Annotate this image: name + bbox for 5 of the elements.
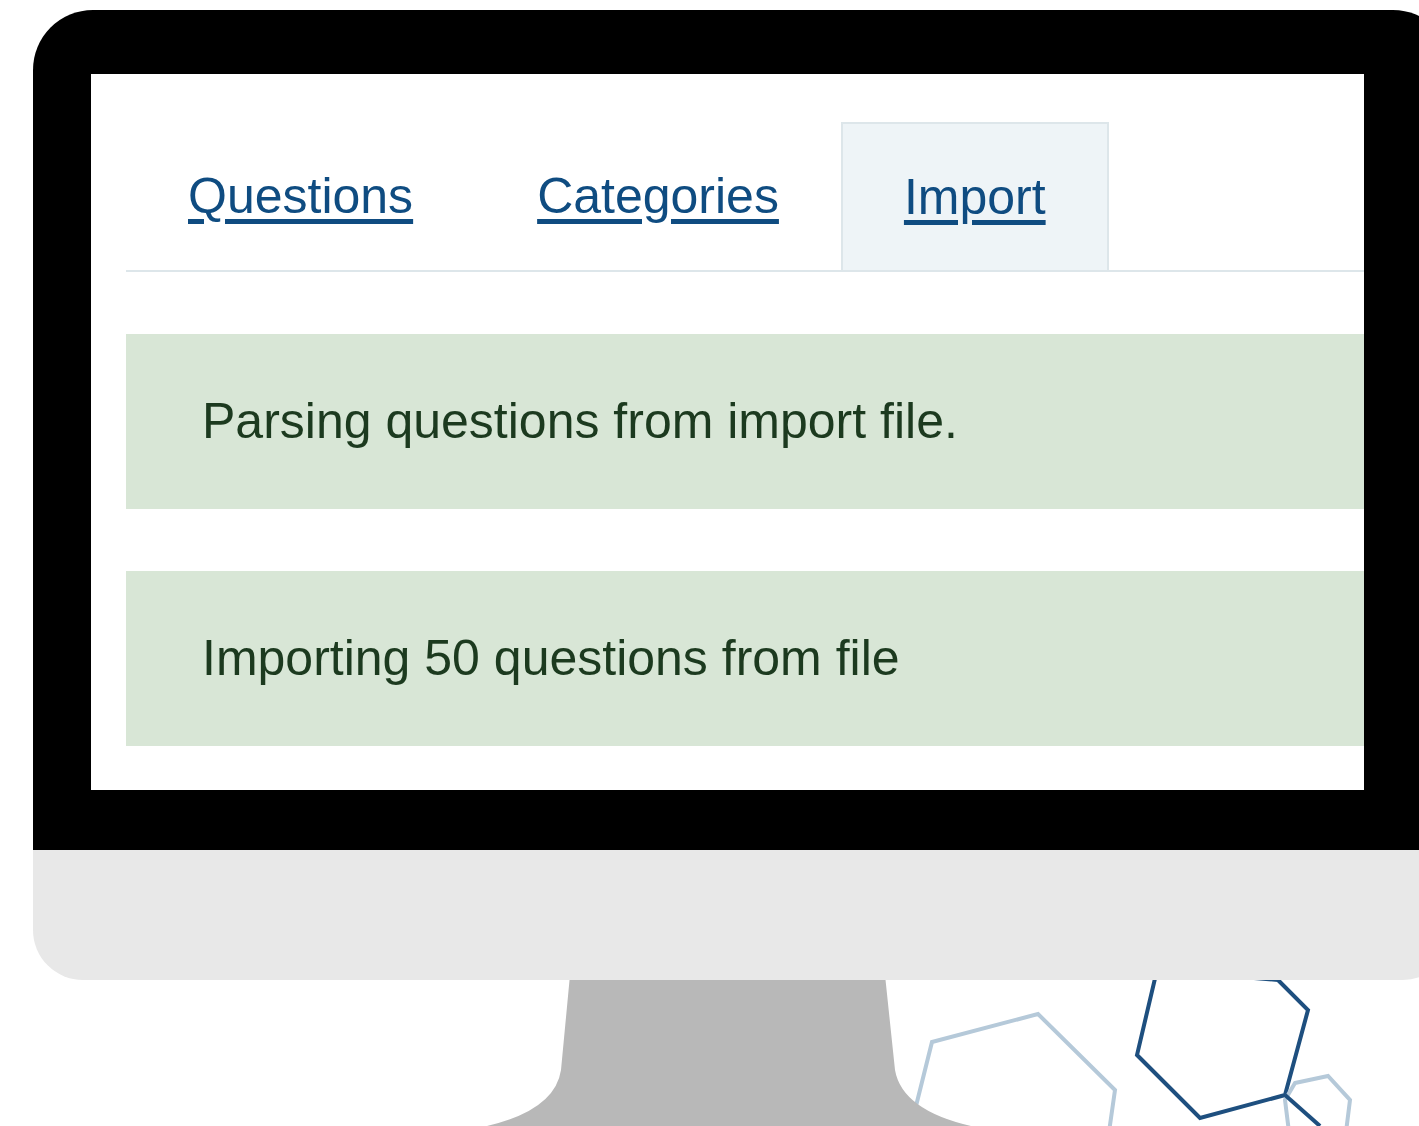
alert-message: Importing 50 questions from file	[202, 629, 900, 688]
tab[interactable]: Questions	[126, 122, 476, 270]
alert-message: Parsing questions from import file.	[202, 392, 958, 451]
tab[interactable]: Import	[840, 122, 1109, 270]
tab[interactable]: Categories	[475, 122, 841, 270]
